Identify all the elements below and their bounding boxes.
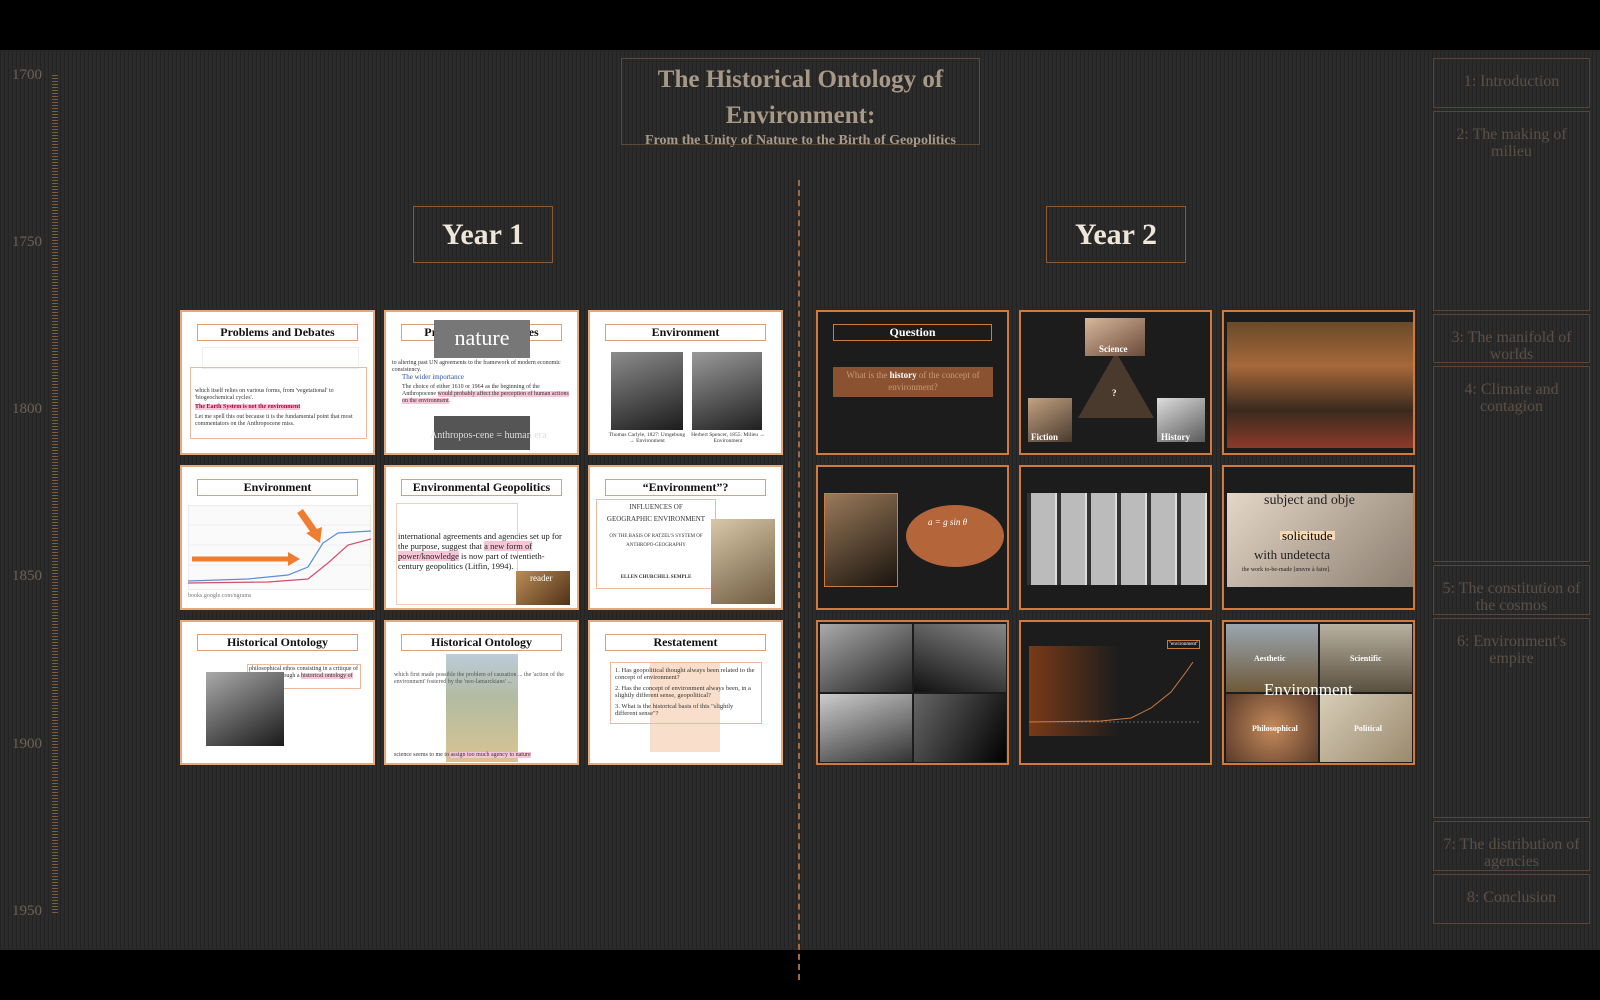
formula-bubble bbox=[906, 505, 1004, 567]
slide-title: Historical Ontology bbox=[401, 634, 562, 651]
portrait-spencer bbox=[692, 352, 762, 430]
slide-science-fiction-history[interactable]: ? Science Fiction History bbox=[1019, 310, 1212, 455]
question-box: What is the history of the concept of en… bbox=[833, 367, 993, 397]
year-divider bbox=[798, 180, 800, 980]
label-history: History bbox=[1161, 432, 1190, 442]
slide-problems-debates-2[interactable]: Problems and Debates nature to altering … bbox=[384, 310, 579, 455]
timeline-ruler[interactable] bbox=[52, 75, 58, 915]
highlighted-text: The Earth System is not the environment bbox=[195, 404, 301, 410]
film-still-1 bbox=[820, 624, 912, 692]
slide-title: Environment bbox=[197, 479, 358, 496]
section-distribution-agencies[interactable]: 7: The distribution of agencies bbox=[1433, 821, 1590, 871]
painting-image bbox=[1227, 322, 1413, 448]
overlay-word: nature bbox=[434, 320, 530, 358]
section-environments-empire[interactable]: 6: Environment's empire bbox=[1433, 618, 1590, 818]
slide-title: Restatement bbox=[605, 634, 766, 651]
year-1-heading[interactable]: Year 1 bbox=[413, 206, 553, 263]
question-mark: ? bbox=[1112, 388, 1117, 398]
slide-galileo[interactable]: a = g sin θ bbox=[816, 465, 1009, 610]
slide-title: Problems and Debates bbox=[197, 324, 358, 341]
slide-title: Environmental Geopolitics bbox=[401, 479, 562, 496]
timeline-tick: 1900 bbox=[12, 736, 42, 752]
highlighted-text: a new form of power/knowledge bbox=[398, 541, 533, 561]
slide-photo-sequence[interactable] bbox=[1019, 465, 1212, 610]
book-overlay: reader bbox=[530, 573, 553, 583]
presentation-title[interactable]: The Historical Ontology of Environment: … bbox=[621, 58, 980, 148]
slide-environment-question[interactable]: “Environment”? INFLUENCES OF GEOGRAPHIC … bbox=[588, 465, 783, 610]
slide-environment-ngram[interactable]: Environment books.google.com/ngrams bbox=[180, 465, 375, 610]
portrait-semple bbox=[711, 519, 775, 604]
slide-question[interactable]: Question What is the history of the conc… bbox=[816, 310, 1009, 455]
center-label: Environment bbox=[1264, 680, 1353, 699]
film-still-2 bbox=[914, 624, 1006, 692]
title-subtitle: From the Unity of Nature to the Birth of… bbox=[645, 133, 956, 148]
book-title-page: INFLUENCES OF GEOGRAPHIC ENVIRONMENT ON … bbox=[596, 499, 716, 589]
section-manifold-of-worlds[interactable]: 3: The manifold of worlds bbox=[1433, 314, 1590, 363]
slide-subhead: The wider importance bbox=[402, 373, 464, 381]
slide-environmental-geopolitics[interactable]: Environmental Geopolitics international … bbox=[384, 465, 579, 610]
slide-title: “Environment”? bbox=[605, 479, 766, 496]
timeline-tick: 1850 bbox=[12, 568, 42, 584]
highlighted-text: assign too much agency to nature bbox=[450, 752, 531, 758]
slide-environment-quadrants[interactable]: Aesthetic Scientific Philosophical Polit… bbox=[1222, 620, 1415, 765]
title-line-2: Environment: bbox=[725, 102, 876, 129]
timeline-tick: 1950 bbox=[12, 903, 42, 919]
ngram-chart bbox=[188, 505, 371, 590]
section-introduction[interactable]: 1: Introduction bbox=[1433, 58, 1590, 108]
slide-title: Question bbox=[833, 324, 992, 341]
section-conclusion[interactable]: 8: Conclusion bbox=[1433, 874, 1590, 924]
timeline-tick: 1750 bbox=[12, 234, 42, 250]
doc-header bbox=[202, 347, 359, 369]
slide-film-stills[interactable] bbox=[816, 620, 1009, 765]
slide-problems-debates-1[interactable]: Problems and Debates which itself relies… bbox=[180, 310, 375, 455]
film-still-3 bbox=[820, 694, 912, 762]
film-still-4 bbox=[914, 694, 1006, 762]
highlighted-text: solicitude bbox=[1280, 528, 1335, 543]
photo-sequence-image bbox=[1027, 493, 1207, 585]
label-fiction: Fiction bbox=[1031, 432, 1058, 442]
year-2-heading[interactable]: Year 2 bbox=[1046, 206, 1186, 263]
slide-solicitude[interactable]: subject and obje solicitude with undetec… bbox=[1222, 465, 1415, 610]
slide-historical-ontology-2[interactable]: Historical Ontology which first made pos… bbox=[384, 620, 579, 765]
chart-source: books.google.com/ngrams bbox=[188, 593, 252, 599]
slide-restatement[interactable]: Restatement 1. Has geopolitical thought … bbox=[588, 620, 783, 765]
section-climate-contagion[interactable]: 4: Climate and contagion bbox=[1433, 366, 1590, 562]
timeline-tick: 1700 bbox=[12, 67, 42, 83]
overlay-caption: Anthropos-cene = human era bbox=[430, 430, 547, 441]
triangle-diagram bbox=[1078, 352, 1154, 418]
doc-excerpt: which itself relies on various forms, fr… bbox=[190, 367, 367, 439]
slide-title: Environment bbox=[605, 324, 766, 341]
section-constitution-cosmos[interactable]: 5: The constitution of the cosmos bbox=[1433, 565, 1590, 615]
portrait-galileo bbox=[824, 493, 898, 587]
landscape-image bbox=[446, 654, 518, 762]
section-making-of-milieu[interactable]: 2: The making of milieu bbox=[1433, 111, 1590, 311]
presentation-canvas: 1700 1750 1800 1850 1900 1950 The Histor… bbox=[0, 50, 1600, 980]
caption-carlyle: Thomas Carlyle, 1827: Umgebung → Environ… bbox=[608, 432, 686, 444]
formula: a = g sin θ bbox=[928, 517, 967, 527]
restatement-list: 1. Has geopolitical thought always been … bbox=[610, 662, 762, 724]
title-line-1: The Historical Ontology of bbox=[657, 66, 944, 93]
slide-title: Historical Ontology bbox=[197, 634, 358, 651]
slide-historical-ontology-1[interactable]: Historical Ontology philosophical ethos … bbox=[180, 620, 375, 765]
timeline-tick: 1800 bbox=[12, 401, 42, 417]
caption-spencer: Herbert Spencer, 1855: Milieu → Environm… bbox=[691, 432, 765, 444]
portrait-foucault bbox=[206, 672, 284, 746]
curve-label: "environment" bbox=[1167, 640, 1201, 649]
label-science: Science bbox=[1099, 344, 1128, 354]
slide-painting[interactable] bbox=[1222, 310, 1415, 455]
slide-environment-curve[interactable]: "environment" bbox=[1019, 620, 1212, 765]
slide-environment-portraits[interactable]: Environment Thomas Carlyle, 1827: Umgebu… bbox=[588, 310, 783, 455]
portrait-carlyle bbox=[611, 352, 683, 430]
